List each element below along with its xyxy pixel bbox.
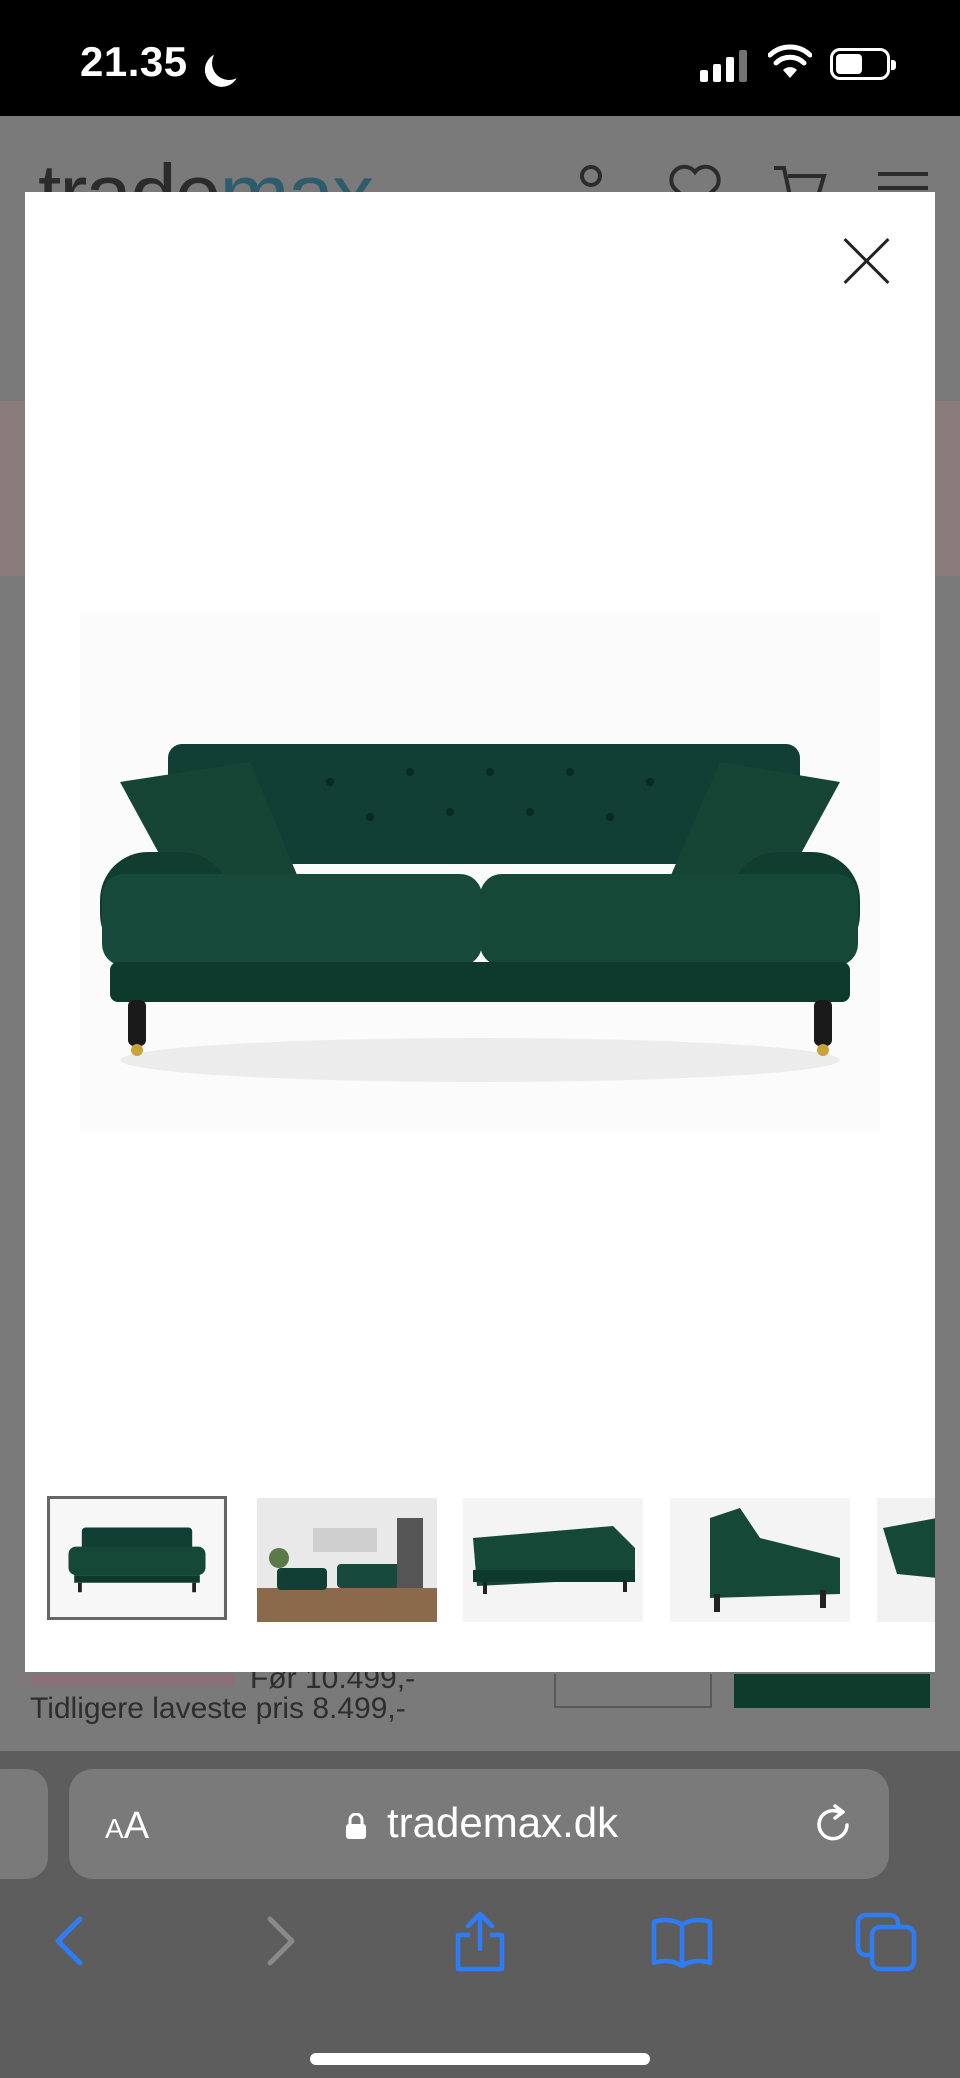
share-icon[interactable] <box>448 1909 512 1973</box>
text-size-small: A <box>105 1813 124 1844</box>
thumbnail-detail-view[interactable] <box>877 1498 935 1622</box>
status-bar: 21.35 <box>0 0 960 116</box>
url-text: trademax.dk <box>387 1799 619 1846</box>
text-size-button[interactable]: AA <box>105 1805 149 1848</box>
back-icon[interactable] <box>40 1909 104 1973</box>
wifi-icon <box>768 44 812 78</box>
thumbnail-strip <box>25 1492 935 1622</box>
previous-tab-preview[interactable] <box>0 1769 48 1879</box>
quantity-box[interactable] <box>554 1674 712 1708</box>
moon-icon <box>207 41 251 85</box>
cellular-signal-icon <box>700 48 748 82</box>
close-icon[interactable] <box>841 234 895 288</box>
thumbnail-angled-view[interactable] <box>463 1498 643 1622</box>
discount-badge <box>30 1674 235 1686</box>
forward-icon[interactable] <box>246 1909 310 1973</box>
bookmarks-icon[interactable] <box>650 1909 714 1973</box>
main-product-image[interactable] <box>80 612 880 1132</box>
home-indicator <box>310 2053 650 2065</box>
previous-lowest-price: Tidligere laveste pris 8.499,- <box>30 1692 406 1725</box>
image-gallery-modal <box>25 192 935 1672</box>
lock-icon <box>346 1813 366 1839</box>
address-bar[interactable]: AA trademax.dk <box>69 1769 889 1879</box>
tabs-icon[interactable] <box>854 1909 918 1973</box>
screen: 21.35 trademax Før 10.499,- <box>0 0 960 2078</box>
thumbnail-room-view[interactable] <box>257 1498 437 1622</box>
thumbnail-side-view[interactable] <box>670 1498 850 1622</box>
reload-icon[interactable] <box>811 1803 855 1847</box>
status-time: 21.35 <box>80 38 188 85</box>
browser-bar: AA trademax.dk <box>0 1751 960 2078</box>
add-to-cart-button[interactable] <box>734 1674 930 1708</box>
text-size-large: A <box>123 1805 150 1847</box>
battery-icon <box>830 48 896 80</box>
thumbnail-front-view[interactable] <box>47 1496 227 1620</box>
